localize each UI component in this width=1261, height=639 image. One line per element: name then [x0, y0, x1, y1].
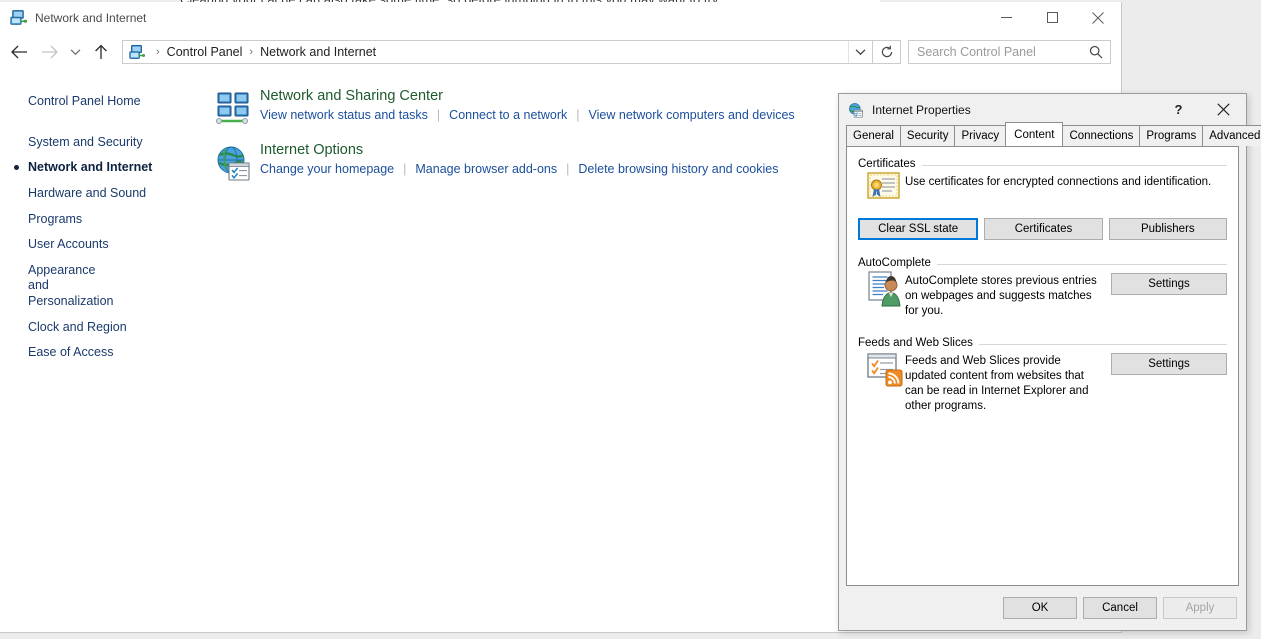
sidebar-item-programs[interactable]: Programs [0, 207, 206, 233]
sidebar-item-label: Hardware and Sound [28, 185, 147, 200]
sidebar: Control Panel Home System and Security N… [0, 71, 206, 632]
category-title[interactable]: Internet Options [260, 142, 778, 159]
category-title[interactable]: Network and Sharing Center [260, 88, 795, 105]
cancel-button[interactable]: Cancel [1083, 597, 1157, 619]
sidebar-item-label: System and Security [28, 134, 143, 149]
tab-privacy[interactable]: Privacy [954, 125, 1007, 146]
autocomplete-settings-button[interactable]: Settings [1111, 273, 1227, 295]
link-change-your-homepage[interactable]: Change your homepage [260, 162, 394, 176]
certificates-description: Use certificates for encrypted connectio… [905, 176, 1212, 188]
dialog-title: Internet Properties [872, 102, 971, 117]
network-and-internet-icon [10, 9, 27, 26]
sidebar-item-appearance-and-personalization[interactable]: Appearance and Personalization [0, 258, 114, 315]
link-view-network-status-and-tasks[interactable]: View network status and tasks [260, 108, 428, 122]
tab-programs[interactable]: Programs [1139, 125, 1204, 146]
internet-options-icon [214, 143, 254, 183]
dialog-tabs: General Security Privacy Content Connect… [839, 122, 1261, 146]
category-links: View network status and tasks | Connect … [260, 108, 795, 122]
link-divider: | [566, 161, 570, 176]
sidebar-item-network-and-internet[interactable]: Network and Internet [0, 155, 206, 181]
breadcrumb-separator: › [249, 46, 254, 58]
link-view-network-computers-and-devices[interactable]: View network computers and devices [589, 108, 795, 122]
sidebar-item-label: Control Panel Home [28, 94, 141, 108]
ok-button[interactable]: OK [1003, 597, 1077, 619]
window-controls [983, 2, 1121, 33]
tab-connections[interactable]: Connections [1062, 125, 1141, 146]
close-icon[interactable] [1075, 2, 1121, 33]
link-delete-browsing-history-and-cookies[interactable]: Delete browsing history and cookies [578, 162, 778, 176]
sidebar-item-clock-and-region[interactable]: Clock and Region [0, 315, 206, 341]
sidebar-item-system-and-security[interactable]: System and Security [0, 130, 206, 156]
publishers-button[interactable]: Publishers [1108, 218, 1227, 240]
tab-advanced[interactable]: Advanced [1202, 125, 1261, 146]
refresh-icon[interactable] [873, 40, 901, 64]
sidebar-item-user-accounts[interactable]: User Accounts [0, 232, 206, 258]
sidebar-item-label: Programs [28, 211, 83, 226]
autocomplete-description: AutoComplete stores previous entries on … [905, 275, 1097, 318]
back-arrow-icon[interactable] [4, 37, 34, 67]
sidebar-item-label: Clock and Region [28, 319, 127, 334]
dialog-window-controls: ? [1156, 94, 1246, 125]
clear-ssl-state-button[interactable]: Clear SSL state [858, 218, 979, 240]
sidebar-item-control-panel-home[interactable]: Control Panel Home [0, 89, 206, 115]
up-arrow-icon[interactable] [86, 37, 116, 67]
breadcrumb-network-and-internet[interactable]: Network and Internet [258, 45, 378, 59]
search-input[interactable]: Search Control Panel [908, 40, 1111, 64]
dialog-footer: OK Cancel Apply [839, 586, 1246, 630]
group-feeds-and-web-slices: Feeds and Web Slices Feeds and Web Slice… [858, 336, 1227, 415]
control-panel-title: Network and Internet [35, 10, 147, 25]
apply-button: Apply [1163, 597, 1237, 619]
sidebar-item-label: Network and Internet [28, 160, 153, 175]
certificates-button-row: Clear SSL state Certificates Publishers [858, 218, 1227, 240]
sidebar-item-ease-of-access[interactable]: Ease of Access [0, 340, 206, 366]
recent-locations-chevron-down-icon[interactable] [64, 37, 86, 67]
link-divider: | [436, 107, 441, 122]
navigation-toolbar: › Control Panel › Network and Internet S… [0, 33, 1121, 71]
tab-security[interactable]: Security [899, 125, 956, 146]
link-divider: | [403, 161, 407, 176]
sidebar-item-label: User Accounts [28, 237, 109, 252]
tab-general[interactable]: General [846, 125, 901, 146]
sidebar-item-label: Appearance and Personalization [28, 262, 114, 308]
link-divider: | [576, 107, 580, 122]
group-certificates: Certificates Use certificates for encryp… [858, 157, 1227, 240]
network-sharing-center-icon [214, 89, 254, 129]
minimize-icon[interactable] [983, 2, 1029, 33]
certificate-icon [865, 171, 905, 209]
search-icon[interactable] [1089, 45, 1103, 59]
address-network-and-internet-icon [129, 44, 145, 60]
address-bar[interactable]: › Control Panel › Network and Internet [122, 40, 873, 64]
breadcrumb-control-panel[interactable]: Control Panel [165, 45, 245, 59]
dialog-titlebar: Internet Properties ? [839, 94, 1246, 125]
link-connect-to-a-network[interactable]: Connect to a network [449, 108, 567, 122]
internet-properties-dialog: Internet Properties ? General Security P… [838, 93, 1261, 631]
help-button[interactable]: ? [1156, 94, 1201, 125]
address-dropdown-chevron-down-icon[interactable] [848, 41, 872, 63]
autocomplete-person-icon [865, 270, 905, 308]
link-manage-browser-add-ons[interactable]: Manage browser add-ons [415, 162, 557, 176]
internet-options-icon [848, 102, 864, 118]
group-autocomplete: AutoComplete AutoComplete stores previou… [858, 256, 1227, 320]
tab-content[interactable]: Content [1005, 122, 1064, 146]
category-links: Change your homepage | Manage browser ad… [260, 162, 778, 176]
close-icon[interactable] [1201, 94, 1246, 125]
rss-feeds-icon [865, 350, 905, 388]
breadcrumb-separator: › [156, 46, 160, 58]
maximize-icon[interactable] [1029, 2, 1075, 33]
search-placeholder: Search Control Panel [917, 45, 1036, 59]
certificates-button[interactable]: Certificates [984, 218, 1103, 240]
control-panel-titlebar: Network and Internet [0, 2, 1121, 33]
forward-arrow-icon [34, 37, 64, 67]
sidebar-item-label: Ease of Access [28, 345, 114, 360]
feeds-description: Feeds and Web Slices provide updated con… [905, 354, 1089, 413]
tab-panel-content: Certificates Use certificates for encryp… [846, 146, 1239, 586]
feeds-settings-button[interactable]: Settings [1111, 352, 1227, 375]
sidebar-item-hardware-and-sound[interactable]: Hardware and Sound [0, 181, 206, 207]
